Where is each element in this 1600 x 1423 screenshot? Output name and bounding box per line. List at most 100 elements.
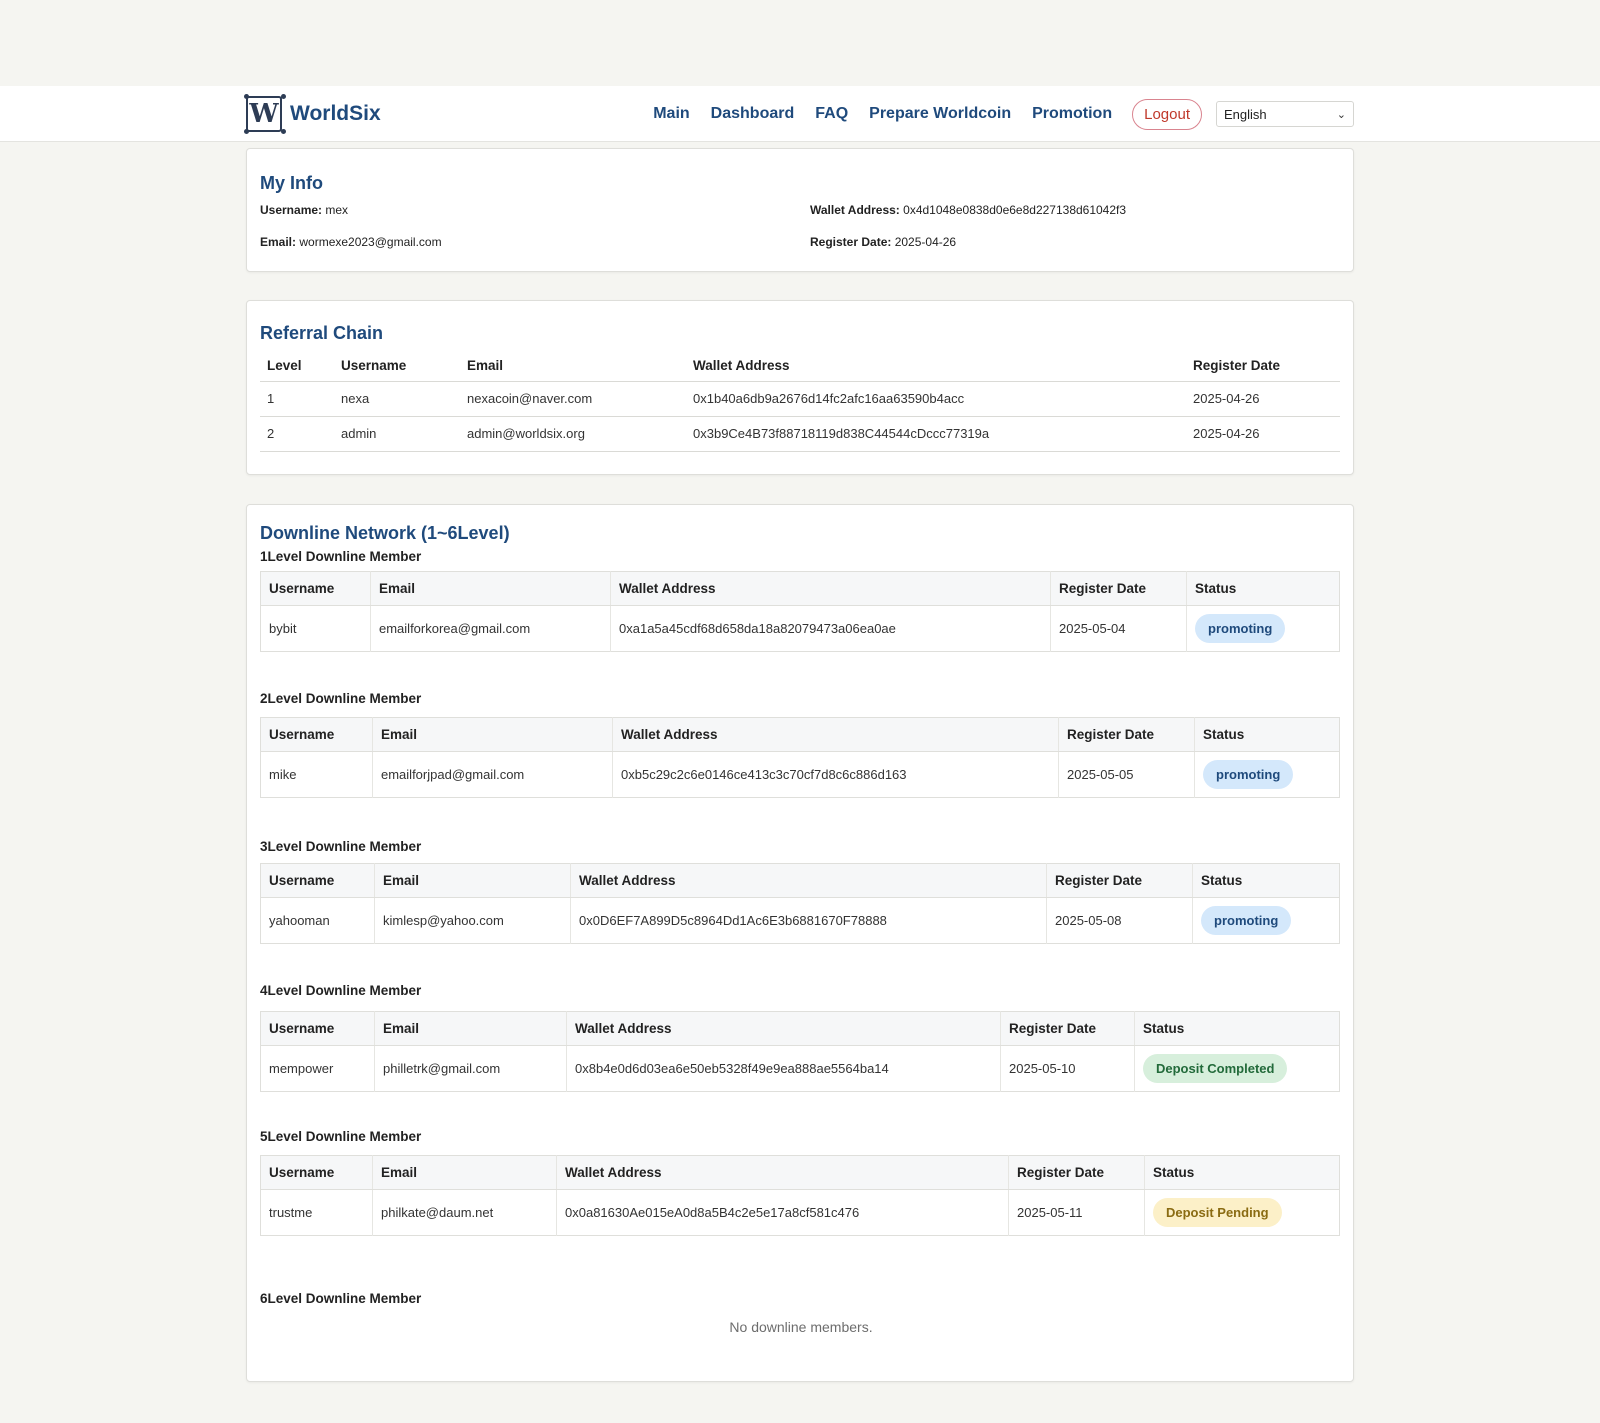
info-wallet-label: Wallet Address: [810,203,900,217]
column-header: Email [372,717,613,752]
cell-status: Deposit Completed [1135,1046,1340,1092]
cell-email: emailforjpad@gmail.com [372,751,613,798]
level-6-title: 6Level Downline Member [260,1291,422,1306]
level-2-title: 2Level Downline Member [260,691,422,706]
column-header: Status [1186,571,1340,606]
column-header: Register Date [1008,1155,1145,1190]
column-header: Email [460,351,686,382]
column-header: Email [370,571,611,606]
cell-register-date: 2025-05-04 [1050,605,1187,652]
cell-wallet: 0x0a81630Ae015eA0d8a5B4c2e5e17a8cf581c47… [556,1189,1009,1236]
column-header: Status [1134,1011,1340,1046]
info-username: Username: mex [260,203,348,217]
nav-link-dashboard[interactable]: Dashboard [711,105,795,123]
level-5-table: Username Email Wallet Address Register D… [260,1155,1340,1236]
info-username-label: Username: [260,203,323,217]
cell-username: admin [334,416,460,452]
nav-link-prepare-worldcoin[interactable]: Prepare Worldcoin [869,105,1011,123]
column-header: Wallet Address [686,351,1186,382]
cell-username: trustme [260,1189,373,1236]
info-email: Email: wormexe2023@gmail.com [260,235,442,249]
level-2-table: Username Email Wallet Address Register D… [260,717,1340,798]
column-header: Wallet Address [610,571,1051,606]
info-register-value: 2025-04-26 [894,235,957,249]
brand-link[interactable]: W WorldSix [244,94,381,134]
language-select[interactable]: English ⌄ [1216,101,1354,127]
cell-email: emailforkorea@gmail.com [370,605,611,652]
table-row: mempower philletrk@gmail.com 0x8b4e0d6d0… [260,1045,1340,1092]
table-header-row: Username Email Wallet Address Register D… [260,1011,1340,1046]
cell-username: nexa [334,381,460,417]
info-wallet-value: 0x4d1048e0838d0e6e8d227138d61042f3 [903,203,1127,217]
table-row: yahooman kimlesp@yahoo.com 0x0D6EF7A899D… [260,897,1340,944]
column-header: Register Date [1050,571,1187,606]
column-header: Level [260,351,334,382]
info-register-label: Register Date: [810,235,892,249]
navbar-inner: W WorldSix Main Dashboard FAQ Prepare Wo… [244,86,1354,142]
level-4-title: 4Level Downline Member [260,983,422,998]
my-info-title: My Info [260,173,323,193]
info-email-label: Email: [260,235,297,249]
cell-username: bybit [260,605,371,652]
column-header: Email [374,1011,567,1046]
cell-wallet: 0x8b4e0d6d03ea6e50eb5328f49e9ea888ae5564… [566,1045,1001,1092]
status-badge: promoting [1195,614,1286,643]
status-badge: Deposit Pending [1153,1198,1282,1227]
cell-register-date: 2025-05-08 [1046,897,1193,944]
column-header: Wallet Address [570,863,1047,898]
cell-status: promoting [1193,898,1340,944]
downline-network-card: Downline Network (1~6Level) 1Level Downl… [246,504,1354,1382]
cell-username: mike [260,751,373,798]
chevron-down-icon: ⌄ [1336,108,1346,121]
cell-wallet: 0x3b9Ce4B73f88718119d838C44544cDccc77319… [686,416,1186,452]
cell-level: 2 [260,416,334,452]
worldsix-logo-icon: W [244,94,282,134]
nav-link-promotion[interactable]: Promotion [1032,105,1112,123]
column-header: Wallet Address [556,1155,1009,1190]
cell-email: nexacoin@naver.com [460,381,686,417]
column-header: Status [1192,863,1340,898]
level-1-table: Username Email Wallet Address Register D… [260,571,1340,652]
level-1-title: 1Level Downline Member [260,549,422,564]
cell-register-date: 2025-04-26 [1186,381,1340,417]
column-header: Username [260,571,371,606]
status-badge: promoting [1203,760,1294,789]
column-header: Register Date [1000,1011,1135,1046]
table-header-row: Username Email Wallet Address Register D… [260,571,1340,606]
my-info-card: My Info Username: mex Email: wormexe2023… [246,148,1354,272]
column-header: Register Date [1046,863,1193,898]
column-header: Status [1194,717,1340,752]
column-header: Wallet Address [566,1011,1001,1046]
level-5-title: 5Level Downline Member [260,1129,422,1144]
cell-username: yahooman [260,897,375,944]
cell-register-date: 2025-04-26 [1186,416,1340,452]
table-header-row: Username Email Wallet Address Register D… [260,863,1340,898]
nav-link-main[interactable]: Main [653,105,689,123]
status-badge: promoting [1201,906,1292,935]
cell-email: philkate@daum.net [372,1189,557,1236]
brand-name: WorldSix [290,102,381,125]
table-header-row: Username Email Wallet Address Register D… [260,717,1340,752]
table-header-row: Username Email Wallet Address Register D… [260,1155,1340,1190]
nav-links: Main Dashboard FAQ Prepare Worldcoin Pro… [632,98,1354,130]
empty-state-message: No downline members. [729,1319,873,1335]
cell-level: 1 [260,381,334,417]
table-header-row: Level Username Email Wallet Address Regi… [260,351,1340,382]
cell-email: admin@worldsix.org [460,416,686,452]
status-badge: Deposit Completed [1143,1054,1288,1083]
cell-register-date: 2025-05-11 [1008,1189,1145,1236]
cell-wallet: 0xa1a5a45cdf68d658da18a82079473a06ea0ae [610,605,1051,652]
table-row: trustme philkate@daum.net 0x0a81630Ae015… [260,1189,1340,1236]
nav-link-faq[interactable]: FAQ [815,105,848,123]
cell-status: promoting [1195,752,1340,798]
cell-register-date: 2025-05-05 [1058,751,1195,798]
cell-username: mempower [260,1045,375,1092]
referral-chain-title: Referral Chain [260,323,384,343]
column-header: Register Date [1058,717,1195,752]
logout-button[interactable]: Logout [1132,98,1202,130]
navbar: W WorldSix Main Dashboard FAQ Prepare Wo… [0,86,1600,142]
info-wallet: Wallet Address: 0x4d1048e0838d0e6e8d2271… [810,203,1126,217]
column-header: Email [372,1155,557,1190]
column-header: Email [374,863,571,898]
table-row: mike emailforjpad@gmail.com 0xb5c29c2c6e… [260,751,1340,798]
